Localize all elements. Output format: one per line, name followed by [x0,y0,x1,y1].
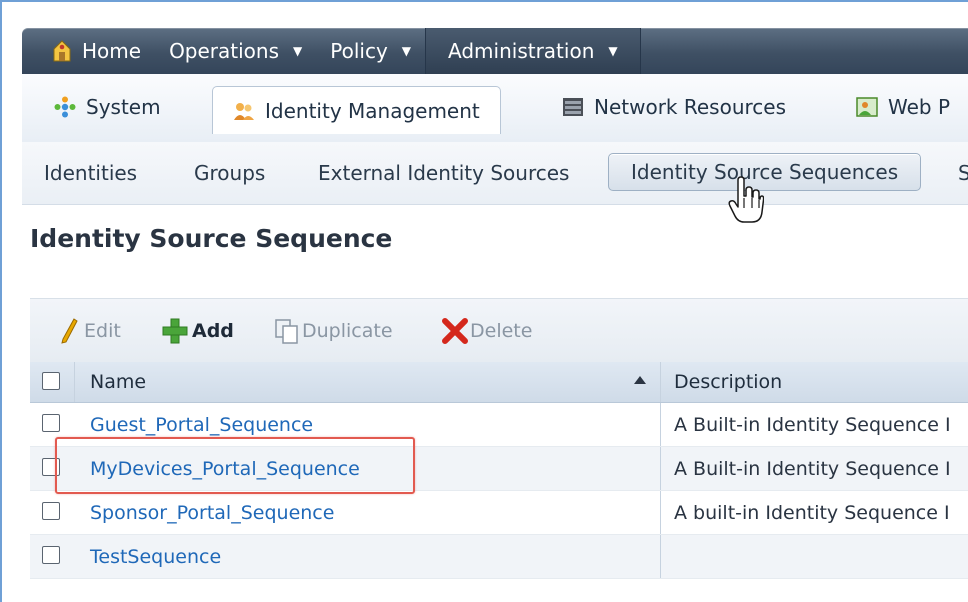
duplicate-icon [275,319,298,344]
column-header-description[interactable]: Description [674,362,782,402]
link-identity-source-sequences[interactable]: Identity Source Sequences [608,153,922,191]
sequence-name-link[interactable]: Sponsor_Portal_Sequence [90,491,334,534]
web-portal-icon [856,97,878,117]
chevron-down-icon: ▼ [293,44,303,58]
delete-button-label: Delete [470,320,533,342]
row-checkbox[interactable] [42,546,60,564]
sequence-description: A built-in Identity Sequence I [674,501,950,524]
tab-system-label: System [86,95,161,119]
column-divider [660,362,661,402]
link-identities[interactable]: Identities [44,142,137,204]
toolbar: Edit Add Duplicate Delete [30,298,968,363]
add-button[interactable]: Add [162,299,234,363]
select-all-checkbox[interactable] [42,372,60,390]
column-divider [660,403,661,446]
nav-policy-label: Policy [330,39,388,63]
nav-policy[interactable]: Policy ▼ [316,28,425,74]
admin-subnav: System Identity Management Network Resou… [22,74,968,143]
plus-icon [162,318,188,344]
delete-x-icon [442,318,468,344]
nav-operations[interactable]: Operations ▼ [155,28,316,74]
edit-button-label: Edit [84,320,121,342]
hand-cursor-icon [728,176,764,223]
sequence-description: A Built-in Identity Sequence I [674,413,951,436]
tab-network-resources[interactable]: Network Resources [562,86,786,128]
chevron-down-icon: ▼ [608,44,618,58]
tab-web-portal-label: Web P [888,95,951,119]
tab-identity-management[interactable]: Identity Management [212,86,501,134]
duplicate-button-label: Duplicate [302,320,393,342]
row-checkbox[interactable] [42,502,60,520]
nav-administration-label: Administration [448,39,595,63]
column-header-name[interactable]: Name [90,362,146,402]
tab-identity-management-label: Identity Management [265,98,480,123]
column-divider [660,491,661,534]
nav-home[interactable]: Home [22,28,155,74]
nav-administration[interactable]: Administration ▼ [425,28,641,74]
column-divider [660,447,661,490]
sequence-name-link[interactable]: TestSequence [90,535,221,578]
link-external-identity-sources[interactable]: External Identity Sources [318,142,569,204]
system-icon [54,96,76,118]
pencil-icon [61,318,78,344]
identity-subnav: Identities Groups External Identity Sour… [22,142,968,205]
row-checkbox[interactable] [42,414,60,432]
edit-button[interactable]: Edit [60,299,121,363]
column-divider [74,362,75,402]
delete-button[interactable]: Delete [442,299,532,363]
table-row[interactable]: Sponsor_Portal_Sequence A built-in Ident… [30,491,968,535]
duplicate-button[interactable]: Duplicate [274,299,393,363]
nav-home-label: Home [82,39,142,63]
home-icon [53,40,71,62]
tab-web-portal[interactable]: Web P [856,86,950,128]
link-groups[interactable]: Groups [194,142,265,204]
tab-system[interactable]: System [54,86,161,128]
tab-network-resources-label: Network Resources [594,95,787,119]
network-resources-icon [563,98,583,116]
table-header-row: Name Description [30,362,968,403]
link-more[interactable]: S [958,142,968,204]
chevron-down-icon: ▼ [401,44,412,58]
identity-management-icon [234,102,254,120]
top-nav: Home Operations ▼ Policy ▼ Administratio… [22,28,968,74]
sequence-description: A Built-in Identity Sequence I [674,457,951,480]
page-title: Identity Source Sequence [30,224,393,253]
table-row[interactable]: TestSequence [30,535,968,579]
column-divider [660,535,661,578]
sort-ascending-icon[interactable] [634,376,646,384]
add-button-label: Add [192,320,234,342]
nav-operations-label: Operations [169,39,280,63]
highlight-annotation [55,437,415,494]
